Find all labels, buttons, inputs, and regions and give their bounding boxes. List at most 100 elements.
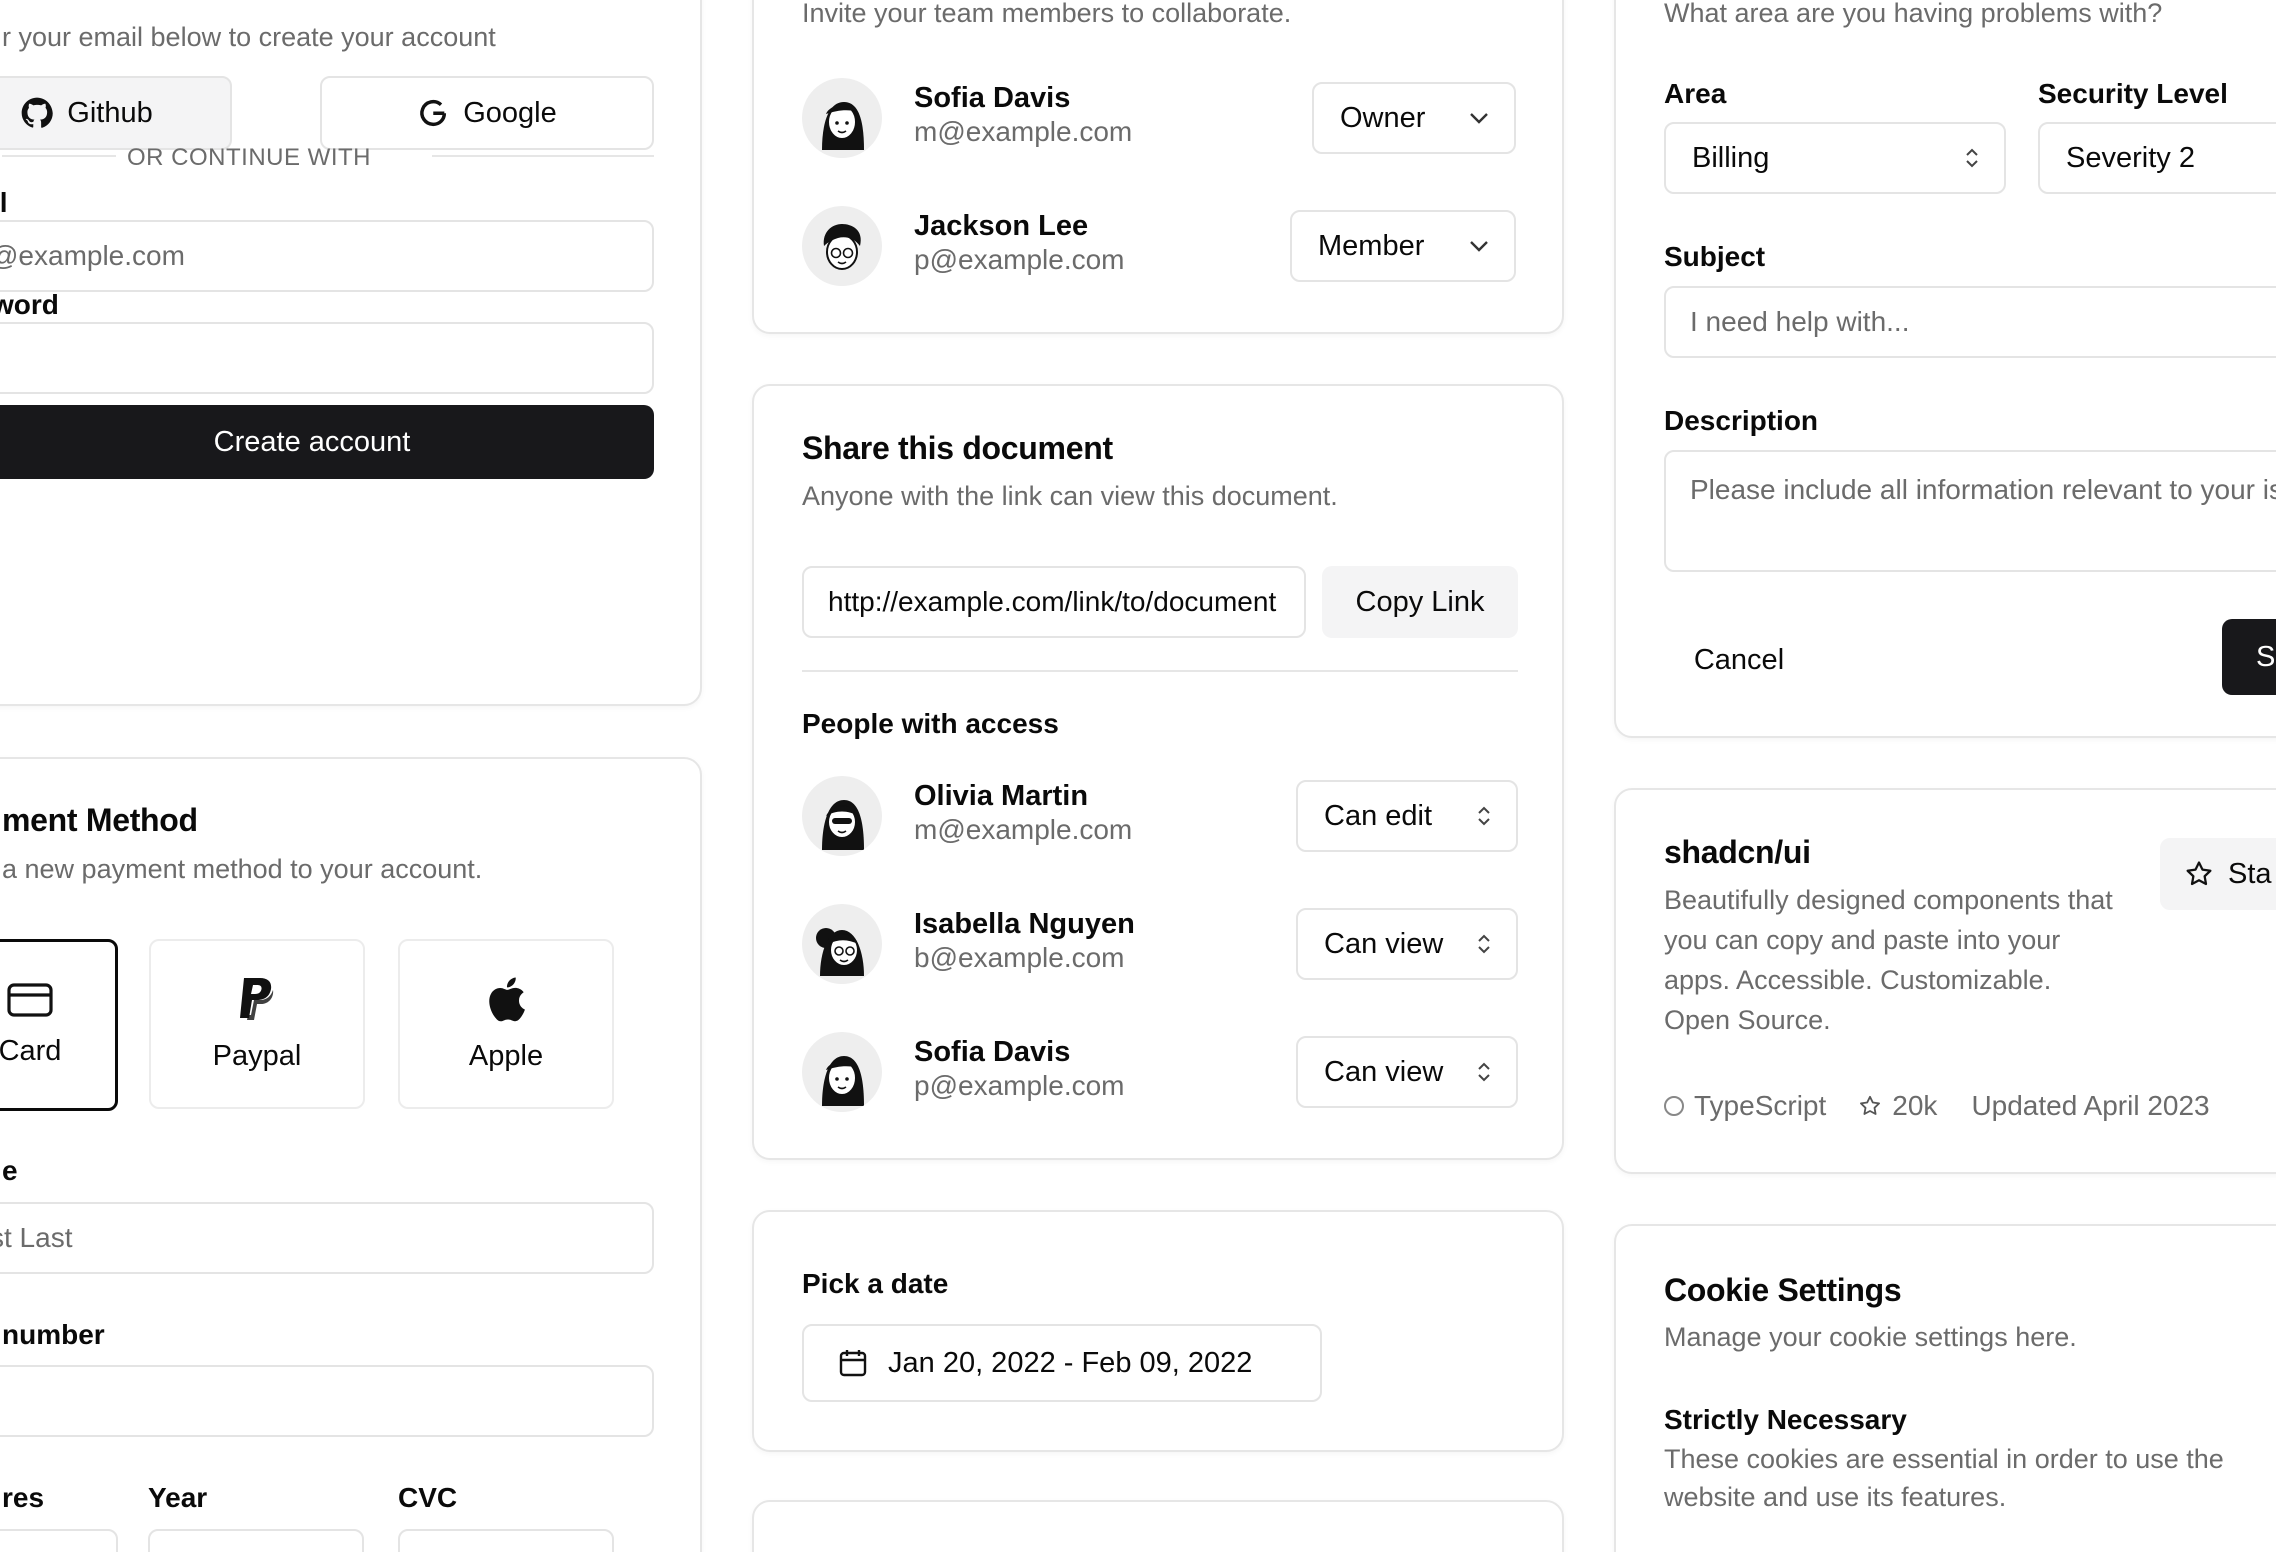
- description-label: Description: [1664, 405, 1819, 436]
- github-button[interactable]: Github: [0, 76, 232, 150]
- share-link-input[interactable]: http://example.com/link/to/document: [802, 566, 1306, 638]
- strict-title: Strictly Necessary: [1664, 1404, 1907, 1435]
- person-name: Olivia Martin: [914, 780, 1089, 812]
- divider-line-left: [2, 155, 116, 157]
- repo-name: shadcn/ui: [1664, 834, 1811, 870]
- subject-placeholder: I need help with...: [1690, 306, 1910, 337]
- chevrons-up-down-icon: [1476, 1060, 1492, 1084]
- name-placeholder: st Last: [0, 1222, 73, 1253]
- support-subtitle: What area are you having problems with?: [1664, 0, 2163, 28]
- star-icon: [1858, 1094, 1882, 1118]
- create-account-button[interactable]: Create account: [0, 405, 654, 479]
- cancel-button[interactable]: Cancel: [1664, 624, 1814, 696]
- people-heading: People with access: [802, 708, 1059, 739]
- cvc-label: CVC: [398, 1482, 458, 1513]
- share-link-value: http://example.com/link/to/document: [828, 586, 1277, 617]
- expires-label: res: [2, 1482, 45, 1513]
- date-range-button[interactable]: Jan 20, 2022 - Feb 09, 2022: [802, 1324, 1322, 1402]
- chevron-down-icon: [1468, 239, 1490, 253]
- payment-option-label: Card: [0, 1034, 62, 1067]
- person-name: Sofia Davis: [914, 1036, 1071, 1068]
- github-icon: [21, 97, 53, 129]
- report-issue-card: What area are you having problems with? …: [1614, 0, 2276, 738]
- copy-link-button[interactable]: Copy Link: [1322, 566, 1518, 638]
- permission-value: Can view: [1324, 1055, 1444, 1088]
- description-textarea[interactable]: Please include all information relevant …: [1664, 450, 2276, 572]
- avatar: [802, 776, 882, 856]
- create-account-label: Create account: [213, 425, 411, 458]
- date-range-value: Jan 20, 2022 - Feb 09, 2022: [888, 1346, 1253, 1379]
- payment-option-paypal[interactable]: Paypal: [149, 939, 365, 1109]
- circle-icon: [1664, 1096, 1684, 1116]
- star-button[interactable]: Sta: [2160, 838, 2276, 910]
- card-number-input[interactable]: [0, 1365, 654, 1437]
- area-select[interactable]: Billing: [1664, 122, 2006, 194]
- submit-label: Su: [2256, 640, 2276, 673]
- subject-input[interactable]: I need help with...: [1664, 286, 2276, 358]
- name-input[interactable]: st Last: [0, 1202, 654, 1274]
- create-account-subtitle: r your email below to create your accoun…: [2, 22, 496, 52]
- email-placeholder: @example.com: [0, 240, 185, 271]
- member-role-select[interactable]: Owner: [1312, 82, 1516, 154]
- strict-description: These cookies are essential in order to …: [1664, 1444, 2224, 1512]
- permission-select[interactable]: Can view: [1296, 908, 1518, 980]
- security-level-value: Severity 2: [2066, 141, 2195, 174]
- area-label: Area: [1664, 78, 1727, 109]
- member-role-value: Owner: [1340, 101, 1426, 134]
- payment-method-card: ment Method a new payment method to your…: [0, 757, 702, 1552]
- github-label: Github: [67, 96, 153, 129]
- payment-title: ment Method: [2, 802, 198, 838]
- payment-option-label: Paypal: [212, 1039, 302, 1072]
- email-input[interactable]: @example.com: [0, 220, 654, 292]
- calendar-icon: [838, 1348, 868, 1378]
- google-button[interactable]: Google: [320, 76, 654, 150]
- member-name: Sofia Davis: [914, 82, 1071, 114]
- member-role-select[interactable]: Member: [1290, 210, 1516, 282]
- card-number-label: number: [2, 1319, 105, 1350]
- cancel-label: Cancel: [1693, 643, 1785, 676]
- share-title: Share this document: [802, 430, 1113, 466]
- person-email: b@example.com: [914, 942, 1125, 973]
- google-icon: [417, 97, 449, 129]
- avatar: [802, 1032, 882, 1112]
- chevrons-up-down-icon: [1476, 932, 1492, 956]
- payment-option-label: Apple: [468, 1039, 544, 1072]
- payment-option-apple[interactable]: Apple: [398, 939, 614, 1109]
- email-label: il: [0, 187, 8, 218]
- star-label: Sta: [2228, 857, 2272, 890]
- repo-meta: TypeScript 20k Updated April 2023: [1664, 1090, 2210, 1122]
- team-members-card: Invite your team members to collaborate.…: [752, 0, 1564, 334]
- avatar: [802, 206, 882, 286]
- avatar: [802, 904, 882, 984]
- date-picker-card: Pick a date Jan 20, 2022 - Feb 09, 2022: [752, 1210, 1564, 1452]
- year-label: Year: [148, 1482, 208, 1513]
- avatar: [802, 78, 882, 158]
- share-subtitle: Anyone with the link can view this docum…: [802, 481, 1338, 511]
- copy-link-label: Copy Link: [1355, 585, 1485, 618]
- permission-select[interactable]: Can view: [1296, 1036, 1518, 1108]
- permission-value: Can view: [1324, 927, 1444, 960]
- cvc-input[interactable]: [398, 1529, 614, 1552]
- repo-stars: 20k: [1892, 1090, 1938, 1121]
- security-level-select[interactable]: Severity 2: [2038, 122, 2276, 194]
- star-icon: [2184, 859, 2214, 889]
- expires-select[interactable]: [0, 1529, 118, 1552]
- payment-option-card[interactable]: Card: [0, 939, 118, 1111]
- cookie-settings-card: Cookie Settings Manage your cookie setti…: [1614, 1224, 2276, 1552]
- apple-icon: [486, 976, 526, 1022]
- subject-label: Subject: [1664, 241, 1766, 272]
- repo-card: shadcn/ui Beautifully designed component…: [1614, 788, 2276, 1174]
- google-label: Google: [463, 96, 557, 129]
- share-document-card: Share this document Anyone with the link…: [752, 384, 1564, 1160]
- team-subtitle: Invite your team members to collaborate.: [802, 0, 1292, 28]
- credit-card-icon: [7, 982, 53, 1017]
- password-input[interactable]: [0, 322, 654, 394]
- person-email: m@example.com: [914, 814, 1133, 845]
- divider-text: OR CONTINUE WITH: [127, 144, 371, 171]
- repo-updated: Updated April 2023: [1971, 1090, 2210, 1121]
- submit-button[interactable]: Su: [2222, 619, 2276, 695]
- permission-select[interactable]: Can edit: [1296, 780, 1518, 852]
- payment-subtitle: a new payment method to your account.: [2, 854, 483, 884]
- year-select[interactable]: [148, 1529, 364, 1552]
- divider-line-right: [432, 155, 654, 157]
